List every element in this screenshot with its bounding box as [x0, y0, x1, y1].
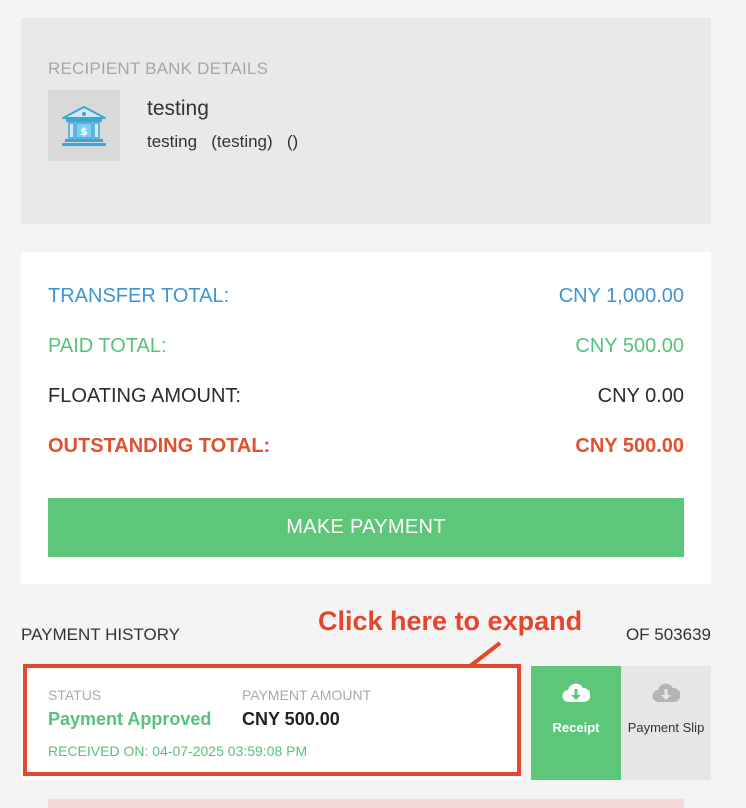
- payment-page: RECIPIENT BANK DETAILS $ testing testing…: [0, 0, 746, 808]
- transfer-reference: OF 503639: [625, 625, 711, 644]
- transfer-total-label: TRANSFER TOTAL:: [48, 285, 230, 307]
- cloud-download-icon: [562, 683, 590, 703]
- totals-card: TRANSFER TOTAL: CNY 1,000.00 PAID TOTAL:…: [21, 252, 711, 584]
- payment-slip-button-label: Payment Slip: [627, 720, 705, 735]
- payment-slip-button[interactable]: Payment Slip: [621, 666, 711, 780]
- expand-annotation: Click here to expand: [318, 606, 583, 636]
- received-on: RECEIVED ON: 04-07-2025 03:59:08 PM: [48, 743, 308, 759]
- floating-amount-row: FLOATING AMOUNT: CNY 0.00: [48, 385, 684, 408]
- payment-history-title: PAYMENT HISTORY: [21, 625, 181, 644]
- floating-amount-value: CNY 0.00: [597, 385, 684, 407]
- svg-text:$: $: [80, 125, 88, 138]
- cloud-download-icon: [652, 683, 680, 703]
- next-item-edge: [48, 799, 684, 808]
- paid-total-label: PAID TOTAL:: [48, 335, 167, 357]
- recipient-bank-panel: RECIPIENT BANK DETAILS $ testing testing…: [21, 18, 711, 224]
- outstanding-total-label: OUTSTANDING TOTAL:: [48, 435, 271, 457]
- paid-total-value: CNY 500.00: [575, 335, 684, 357]
- status-label: STATUS: [48, 687, 102, 703]
- payment-history-item[interactable]: STATUS PAYMENT AMOUNT Payment Approved C…: [21, 666, 521, 780]
- floating-amount-label: FLOATING AMOUNT:: [48, 385, 241, 407]
- transfer-total-row: TRANSFER TOTAL: CNY 1,000.00: [48, 285, 684, 308]
- bank-icon: $: [48, 90, 120, 161]
- transfer-total-value: CNY 1,000.00: [558, 285, 684, 307]
- recipient-section-label: RECIPIENT BANK DETAILS: [48, 59, 269, 78]
- receipt-button-label: Receipt: [552, 720, 600, 735]
- bank-name: testing: [147, 97, 209, 120]
- receipt-button[interactable]: Receipt: [531, 666, 621, 780]
- outstanding-total-row: OUTSTANDING TOTAL: CNY 500.00: [48, 435, 684, 458]
- payment-amount: CNY 500.00: [242, 709, 340, 729]
- outstanding-total-value: CNY 500.00: [575, 435, 684, 457]
- payment-status: Payment Approved: [48, 709, 212, 729]
- payment-amount-label: PAYMENT AMOUNT: [242, 687, 372, 703]
- paid-total-row: PAID TOTAL: CNY 500.00: [48, 335, 684, 358]
- make-payment-button[interactable]: MAKE PAYMENT: [48, 498, 684, 557]
- bank-account-details: testing (testing) (): [147, 132, 299, 151]
